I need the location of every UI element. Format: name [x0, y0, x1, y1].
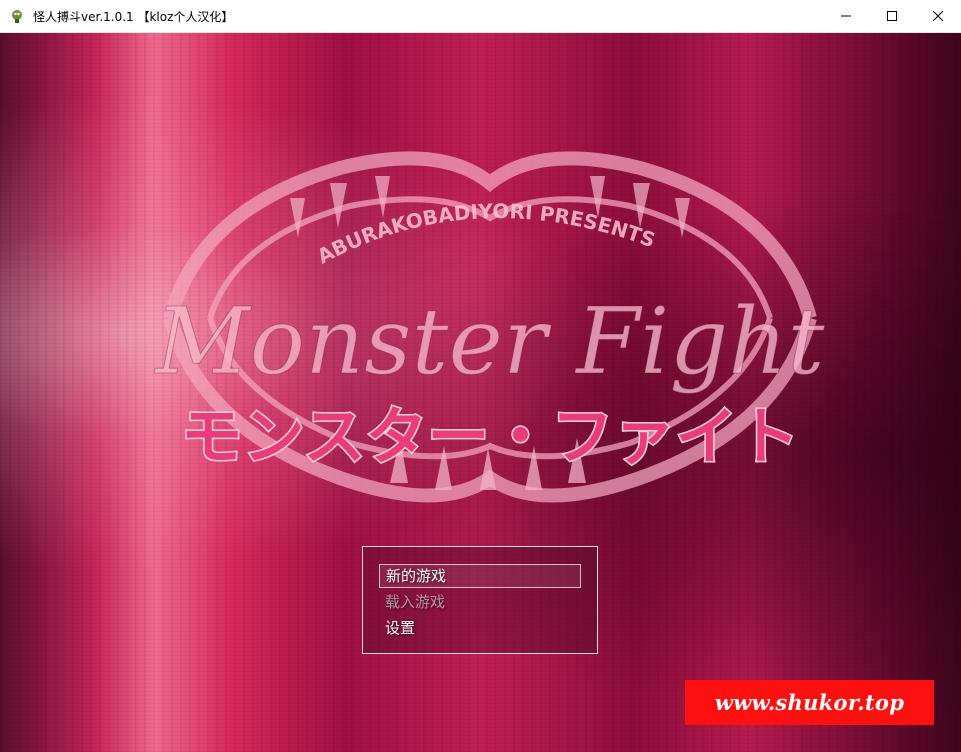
close-button[interactable]	[915, 0, 961, 33]
watermark-text: www.shukor.top	[714, 690, 905, 715]
title-english: Monster Fight	[153, 288, 825, 395]
menu-item-settings[interactable]: 设置	[379, 616, 581, 640]
menu-item-load-game[interactable]: 载入游戏	[379, 590, 581, 614]
game-window: 怪人搏斗ver.1.0.1 【kloz个人汉化】 ABURAKOBADIYORI…	[0, 0, 961, 752]
watermark-banner: www.shukor.top	[685, 680, 934, 725]
window-title: 怪人搏斗ver.1.0.1 【kloz个人汉化】	[33, 9, 234, 24]
title-screen: ABURAKOBADIYORI PRESENTS Monster Fight モ…	[0, 33, 961, 752]
minimize-icon	[840, 7, 852, 26]
menu-item-new-game[interactable]: 新的游戏	[379, 564, 581, 588]
presenter-text: ABURAKOBADIYORI PRESENTS	[313, 199, 658, 268]
title-menu: 新的游戏 载入游戏 设置	[362, 546, 598, 654]
title-japanese: モンスター・ファイト	[181, 400, 800, 473]
title-bar[interactable]: 怪人搏斗ver.1.0.1 【kloz个人汉化】	[0, 0, 961, 33]
minimize-button[interactable]	[823, 0, 869, 33]
monster-fight-logo: ABURAKOBADIYORI PRESENTS Monster Fight モ…	[153, 151, 826, 503]
close-icon	[932, 7, 944, 26]
maximize-icon	[886, 7, 898, 26]
window-controls	[823, 0, 961, 33]
game-app-icon	[9, 8, 25, 24]
maximize-button[interactable]	[869, 0, 915, 33]
